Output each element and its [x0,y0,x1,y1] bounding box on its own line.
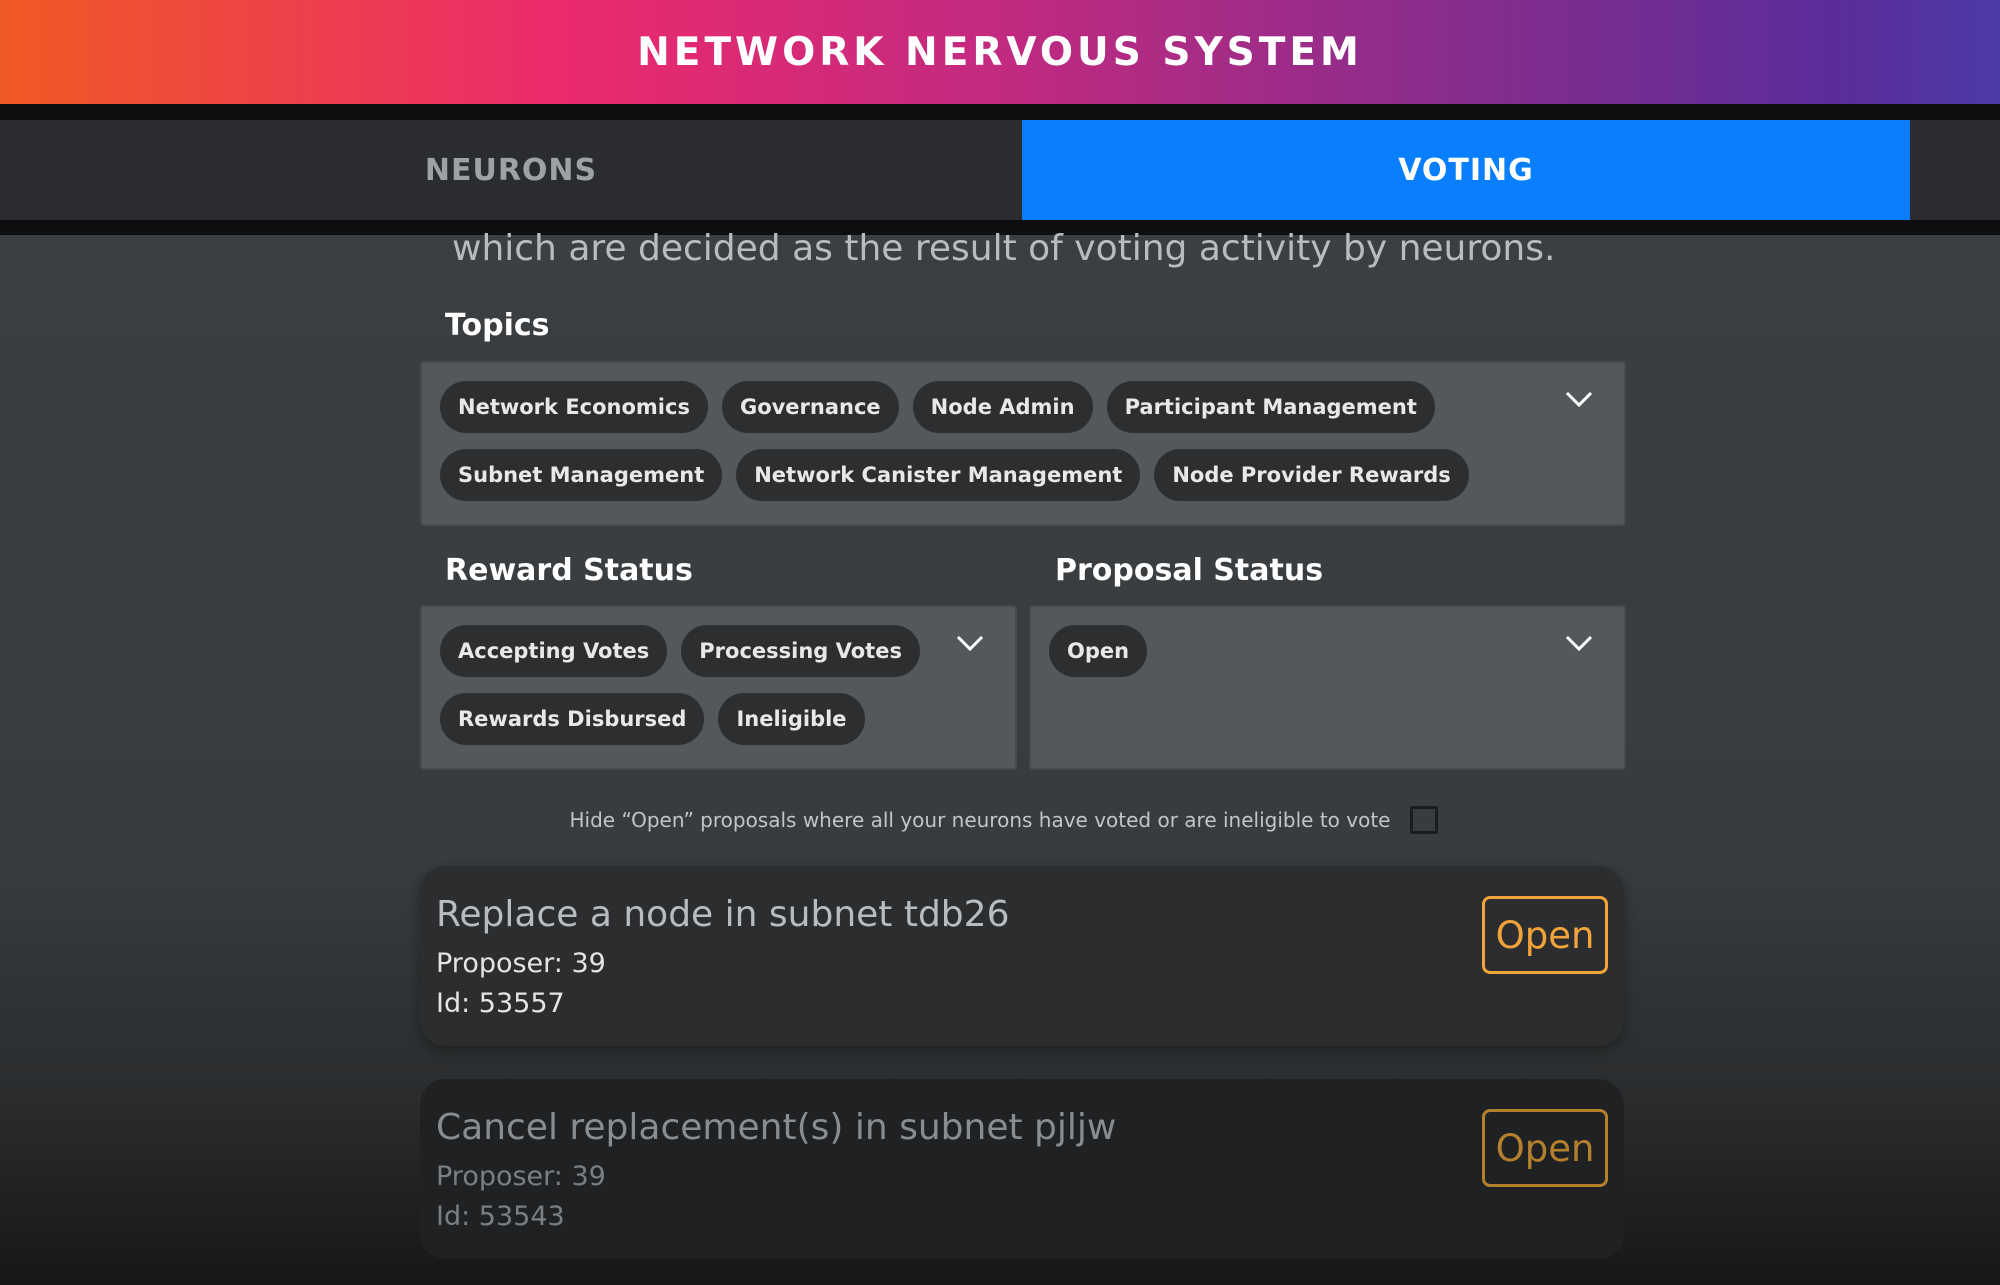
hide-voted-checkbox[interactable] [1410,806,1439,834]
proposal-proposer: Proposer: 39 [436,1161,606,1192]
proposal-status-badge: Open [1482,896,1608,974]
topic-chip: Node Provider Rewards [1154,449,1469,501]
reward-status-chip: Ineligible [718,693,865,745]
proposal-status-badge: Open [1482,1109,1608,1187]
proposal-card[interactable]: Cancel replacement(s) in subnet pjljw Pr… [420,1079,1624,1259]
topic-chip: Network Economics [440,381,708,433]
proposal-title: Cancel replacement(s) in subnet pjljw [436,1107,1117,1148]
reward-status-chip: Accepting Votes [440,625,668,677]
proposal-status-filter[interactable]: Open [1029,605,1626,770]
reward-status-chip-list: Accepting Votes Processing Votes Rewards… [440,625,935,745]
proposal-status-chip: Open [1049,625,1148,677]
hide-voted-label: Hide “Open” proposals where all your neu… [569,808,1391,832]
reward-status-label: Reward Status [445,553,693,588]
app-header: NETWORK NERVOUS SYSTEM [0,0,2000,104]
chevron-down-icon[interactable] [955,633,985,653]
chevron-down-icon[interactable] [1564,633,1594,653]
hide-voted-filter: Hide “Open” proposals where all your neu… [0,802,2000,838]
intro-text: which are decided as the result of votin… [452,228,1556,269]
topics-label: Topics [445,308,550,343]
proposal-id: Id: 53543 [436,1201,565,1232]
topic-chip: Participant Management [1106,381,1435,433]
chevron-down-icon[interactable] [1564,389,1594,409]
reward-status-chip: Rewards Disbursed [440,693,705,745]
topic-chip: Governance [721,381,899,433]
topic-chip: Network Canister Management [736,449,1141,501]
proposal-title: Replace a node in subnet tdb26 [436,894,1010,935]
tab-neurons[interactable]: NEURONS [0,120,1022,220]
topic-chip: Subnet Management [440,449,723,501]
tab-bar: NEURONS VOTING [0,120,2000,220]
reward-status-filter[interactable]: Accepting Votes Processing Votes Rewards… [420,605,1017,770]
topics-chip-list: Network Economics Governance Node Admin … [440,381,1544,501]
proposal-proposer: Proposer: 39 [436,948,606,979]
app-title: NETWORK NERVOUS SYSTEM [637,29,1363,75]
proposal-card[interactable]: Replace a node in subnet tdb26 Proposer:… [420,866,1624,1046]
proposal-status-chip-list: Open [1049,625,1544,677]
topics-filter[interactable]: Network Economics Governance Node Admin … [420,361,1626,526]
header-divider [0,104,2000,120]
topic-chip: Node Admin [912,381,1093,433]
proposal-status-label: Proposal Status [1055,553,1324,588]
proposal-id: Id: 53557 [436,988,565,1019]
tab-voting[interactable]: VOTING [1022,120,1910,220]
reward-status-chip: Processing Votes [681,625,920,677]
